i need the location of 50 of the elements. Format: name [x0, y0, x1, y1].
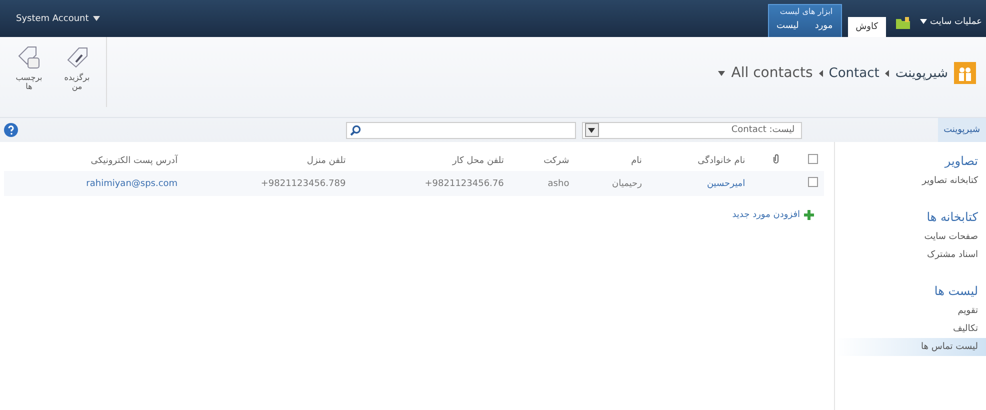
ribbon-button[interactable]: برگزیده من — [54, 43, 100, 107]
nav-item[interactable]: تقویم — [835, 302, 986, 320]
site-actions-menu[interactable]: عملیات سایت — [920, 16, 982, 26]
breadcrumb-separator-icon — [818, 70, 823, 76]
column-header[interactable]: نام خانوادگی — [648, 150, 752, 171]
search-icon[interactable] — [350, 124, 361, 136]
nav-heading[interactable]: کتابخانه ها — [835, 206, 986, 228]
table-cell[interactable]: امیرحسین — [648, 171, 752, 196]
help-icon[interactable] — [4, 123, 18, 137]
home-tab[interactable]: شیرپوینت — [938, 118, 986, 142]
breadcrumb-item[interactable]: Contact — [828, 66, 880, 80]
nav-item[interactable]: کتابخانه تصاویر — [835, 172, 986, 190]
site-logo-icon — [954, 62, 976, 84]
nav-heading[interactable]: تصاویر — [835, 150, 986, 172]
table-cell: 9821123456.789+ — [184, 171, 352, 196]
user-menu[interactable]: System Account — [16, 14, 100, 24]
column-header[interactable]: آدرس پست الکترونیکی — [4, 150, 184, 171]
breadcrumb-item[interactable]: شیرپوینت — [895, 66, 948, 80]
ribbon-button[interactable]: برچسب ها — [6, 43, 52, 107]
search-scope-dropdown[interactable]: لیست: Contact — [582, 122, 802, 138]
add-new-item-link[interactable]: افزودن مورد جدید — [732, 210, 814, 220]
tag-icon — [16, 44, 42, 70]
attachment-icon — [772, 154, 780, 164]
caret-icon — [718, 70, 726, 76]
row-checkbox[interactable] — [808, 177, 818, 187]
nav-item[interactable]: تکالیف — [835, 320, 986, 338]
ribbon-tab[interactable]: کاوش — [848, 17, 886, 37]
ribbon-tab[interactable]: لیست — [768, 18, 807, 34]
caret-icon — [588, 128, 596, 132]
nav-item[interactable]: اسناد مشترک — [835, 246, 986, 264]
caret-icon — [920, 19, 928, 24]
breadcrumb-item[interactable]: All contacts — [731, 65, 813, 81]
select-all-checkbox[interactable] — [808, 154, 818, 164]
column-header[interactable]: تلفن منزل — [184, 150, 352, 171]
table-cell: 9821123456.76+ — [352, 171, 510, 196]
contextual-group-title: ابزار های لیست — [778, 6, 834, 18]
breadcrumb-separator-icon — [885, 70, 890, 76]
column-header[interactable]: شرکت — [510, 150, 576, 171]
nav-item[interactable]: صفحات سایت — [835, 228, 986, 246]
nav-heading[interactable]: لیست ها — [835, 280, 986, 302]
table-cell: رحیمیان — [575, 171, 648, 196]
column-header[interactable]: نام — [575, 150, 648, 171]
table-cell[interactable]: rahimiyan@sps.com — [4, 171, 184, 196]
table-cell: asho — [510, 171, 576, 196]
ribbon-tab[interactable]: مورد — [806, 18, 841, 34]
plus-icon — [804, 210, 814, 220]
caret-icon — [92, 16, 100, 21]
column-header[interactable]: تلفن محل کار — [352, 150, 510, 171]
folder-icon[interactable] — [896, 16, 910, 28]
search-field[interactable] — [346, 122, 576, 138]
